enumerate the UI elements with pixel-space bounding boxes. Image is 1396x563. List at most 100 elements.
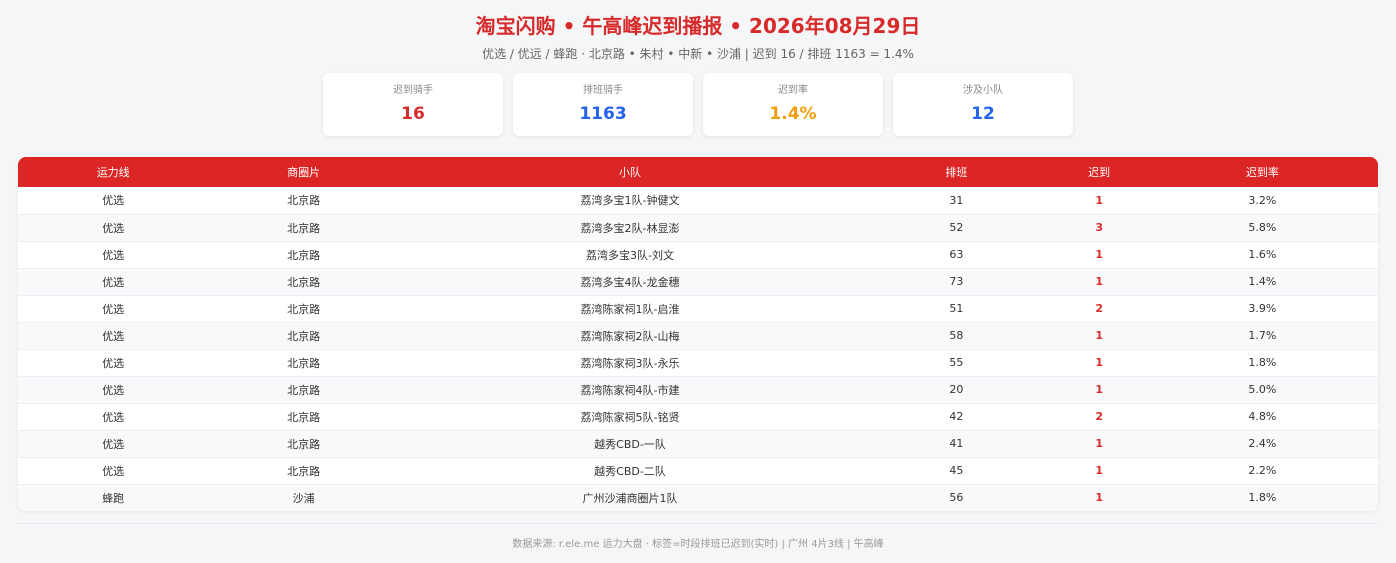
cell-late-rate: 1.8% [1248,491,1277,505]
cell-scheduled: 45 [949,464,964,477]
cell-line: 蜂跑 [102,491,125,505]
table-row: 优选 北京路 荔湾多宝2队-林显澎 52 3 5.8% [18,214,1378,241]
cell-late: 1 [1095,329,1103,342]
column-header-area: 商圈片 [287,166,321,179]
stat-card-teams-involved: 涉及小队 12 [893,73,1073,136]
cell-team: 越秀CBD-二队 [594,464,666,478]
cell-late-rate: 5.0% [1248,383,1277,396]
cell-team: 荔湾陈家祠1队-启淮 [580,302,680,316]
cell-late: 1 [1095,356,1103,369]
footer-note: 数据来源: r.ele.me 运力大盘 · 标签=时段排班已迟到(实时) | 广… [18,523,1378,550]
cell-area: 北京路 [287,410,321,424]
cell-scheduled: 31 [949,193,964,207]
cell-line: 优选 [102,248,125,262]
stat-value: 12 [971,104,995,124]
cell-scheduled: 55 [949,356,964,369]
table-row: 优选 北京路 越秀CBD-二队 45 1 2.2% [18,457,1378,484]
cell-late-rate: 1.7% [1248,329,1277,342]
stat-card-late-riders: 迟到骑手 16 [323,73,503,136]
cell-scheduled: 73 [949,275,964,288]
cell-area: 北京路 [287,248,321,262]
cell-late: 1 [1095,193,1103,207]
table-row: 优选 北京路 越秀CBD-一队 41 1 2.4% [18,430,1378,457]
cell-team: 荔湾陈家祠4队-市建 [580,383,680,397]
stat-label: 排班骑手 [583,85,623,96]
cell-late: 1 [1095,383,1103,396]
cell-area: 北京路 [287,221,321,235]
table-row: 优选 北京路 荔湾多宝1队-钟健文 31 1 3.2% [18,187,1378,214]
stat-value: 16 [401,104,425,124]
stat-card-late-rate: 迟到率 1.4% [703,73,883,136]
cell-line: 优选 [102,329,125,343]
cell-late-rate: 3.9% [1248,302,1277,315]
table-body: 优选 北京路 荔湾多宝1队-钟健文 31 1 3.2% 优选 北京路 荔湾多宝2队-林显澎 52 3… [18,187,1378,511]
cell-team: 荔湾陈家祠5队-铭贤 [580,410,680,424]
column-header-late: 迟到 [1088,166,1111,179]
stats-cards: 迟到骑手 16 排班骑手 1163 迟到率 1.4% 涉及小队 12 [0,73,1396,136]
cell-late: 1 [1095,275,1103,288]
stat-card-scheduled-riders: 排班骑手 1163 [513,73,693,136]
cell-line: 优选 [102,383,125,397]
table-row: 优选 北京路 荔湾陈家祠2队-山梅 58 1 1.7% [18,322,1378,349]
table-row: 优选 北京路 荔湾陈家祠3队-永乐 55 1 1.8% [18,349,1378,376]
cell-scheduled: 42 [949,410,964,423]
stat-label: 迟到率 [778,85,808,96]
cell-late: 1 [1095,437,1103,450]
cell-late-rate: 2.4% [1248,437,1277,450]
cell-line: 优选 [102,464,125,478]
cell-team: 荔湾多宝3队-刘文 [586,248,674,262]
cell-area: 北京路 [287,356,321,370]
stat-label: 涉及小队 [963,85,1003,96]
cell-line: 优选 [102,194,125,208]
cell-team: 荔湾多宝4队-龙金穗 [580,275,680,289]
cell-area: 北京路 [287,437,321,451]
cell-scheduled: 52 [949,221,964,234]
cell-late-rate: 3.2% [1248,193,1277,207]
cell-area: 北京路 [287,275,321,289]
cell-late-rate: 1.6% [1248,248,1277,261]
cell-late-rate: 1.8% [1248,356,1277,369]
cell-late-rate: 4.8% [1248,410,1277,423]
cell-scheduled: 56 [949,491,964,505]
table-row: 优选 北京路 荔湾多宝4队-龙金穗 73 1 1.4% [18,268,1378,295]
cell-area: 北京路 [287,383,321,397]
cell-late-rate: 5.8% [1248,221,1277,234]
cell-area: 北京路 [287,329,321,343]
cell-late: 1 [1095,248,1103,261]
cell-late: 3 [1095,221,1103,234]
stat-value: 1163 [579,104,627,124]
late-table: 运力线 商圈片 小队 排班 迟到 迟到率 优选 北京路 荔湾多宝1队-钟健文 31 1 3… [18,157,1378,511]
table-row: 优选 北京路 荔湾多宝3队-刘文 63 1 1.6% [18,241,1378,268]
cell-line: 优选 [102,275,125,289]
cell-scheduled: 41 [949,437,964,450]
cell-line: 优选 [102,221,125,235]
cell-line: 优选 [102,437,125,451]
cell-line: 优选 [102,302,125,316]
cell-late-rate: 2.2% [1248,464,1277,477]
cell-team: 荔湾陈家祠2队-山梅 [580,329,680,343]
cell-late-rate: 1.4% [1248,275,1277,288]
stat-value: 1.4% [769,104,817,124]
column-header-scheduled: 排班 [945,166,968,179]
column-header-line: 运力线 [96,166,130,179]
cell-scheduled: 63 [949,248,964,261]
cell-team: 荔湾多宝2队-林显澎 [580,221,680,235]
column-header-late-rate: 迟到率 [1245,166,1279,179]
cell-team: 广州沙浦商圈片1队 [582,491,678,505]
table-row: 优选 北京路 荔湾陈家祠1队-启淮 51 2 3.9% [18,295,1378,322]
table-row: 蜂跑 沙浦 广州沙浦商圈片1队 56 1 1.8% [18,484,1378,511]
cell-line: 优选 [102,356,125,370]
cell-scheduled: 51 [949,302,964,315]
cell-area: 北京路 [287,302,321,316]
cell-late: 2 [1095,302,1103,315]
report-title: 淘宝闪购 • 午高峰迟到播报 • 2026年08月29日 [475,14,921,38]
cell-area: 北京路 [287,194,321,208]
cell-area: 沙浦 [292,491,315,505]
cell-team: 荔湾陈家祠3队-永乐 [580,356,680,370]
cell-late: 1 [1095,464,1103,477]
cell-team: 越秀CBD-一队 [594,437,666,451]
cell-line: 优选 [102,410,125,424]
table-row: 优选 北京路 荔湾陈家祠4队-市建 20 1 5.0% [18,376,1378,403]
stat-label: 迟到骑手 [393,85,433,96]
cell-scheduled: 58 [949,329,964,342]
